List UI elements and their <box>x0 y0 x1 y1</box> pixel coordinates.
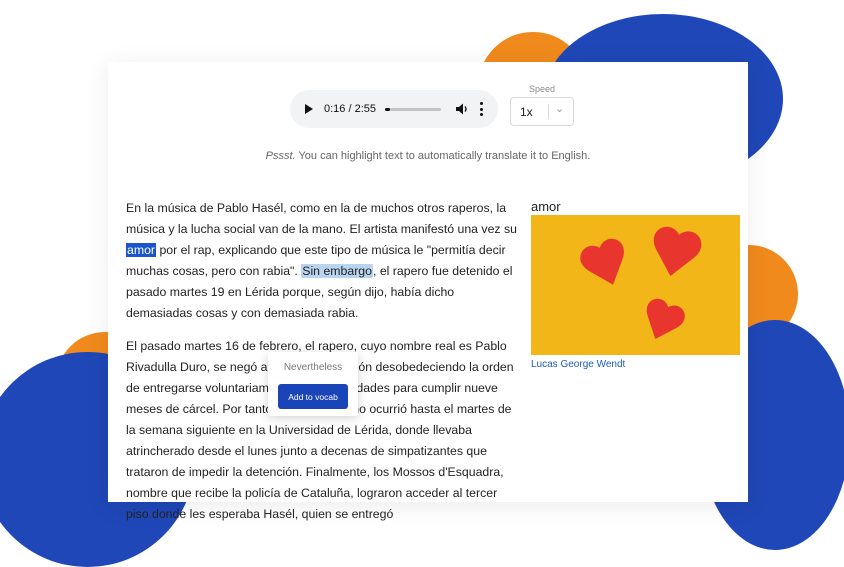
hearts-image <box>531 215 740 355</box>
audio-time: 0:16 / 2:55 <box>324 103 376 115</box>
volume-icon[interactable] <box>455 102 469 116</box>
chevron-down-icon: ⌄ <box>555 103 565 115</box>
audio-player[interactable]: 0:16 / 2:55 <box>290 90 498 128</box>
speed-value: 1x <box>520 104 533 119</box>
selected-word-amor[interactable]: amor <box>126 243 157 257</box>
hint-emphasis: Pssst. <box>265 150 296 162</box>
image-credit-link[interactable]: Lucas George Wendt <box>531 359 625 370</box>
more-options-icon[interactable] <box>479 102 483 116</box>
translation-text: Nevertheless <box>283 362 343 373</box>
play-icon[interactable] <box>305 104 313 114</box>
paragraph-1-text-a: En la música de Pablo Hasél, como en la … <box>126 201 517 236</box>
translation-popup: Nevertheless Add to vocab <box>268 352 358 416</box>
speed-divider <box>548 104 549 119</box>
hint-text: You can highlight text to automatically … <box>295 150 591 162</box>
reader-card: 0:16 / 2:55 Speed 1x ⌄ Pssst. You can hi… <box>108 62 748 521</box>
speed-label: Speed <box>529 84 556 94</box>
article-paragraph-1[interactable]: En la música de Pablo Hasél, como en la … <box>126 198 522 324</box>
selected-word-title: amor <box>531 199 561 214</box>
audio-progress-fill <box>385 107 391 111</box>
translate-hint: Pssst. You can highlight text to automat… <box>108 150 748 162</box>
audio-progress-bar[interactable] <box>385 107 441 111</box>
speed-select[interactable]: 1x ⌄ <box>510 97 574 126</box>
add-to-vocab-button[interactable]: Add to vocab <box>278 384 348 409</box>
highlighted-phrase[interactable]: Sin embargo <box>301 264 373 278</box>
